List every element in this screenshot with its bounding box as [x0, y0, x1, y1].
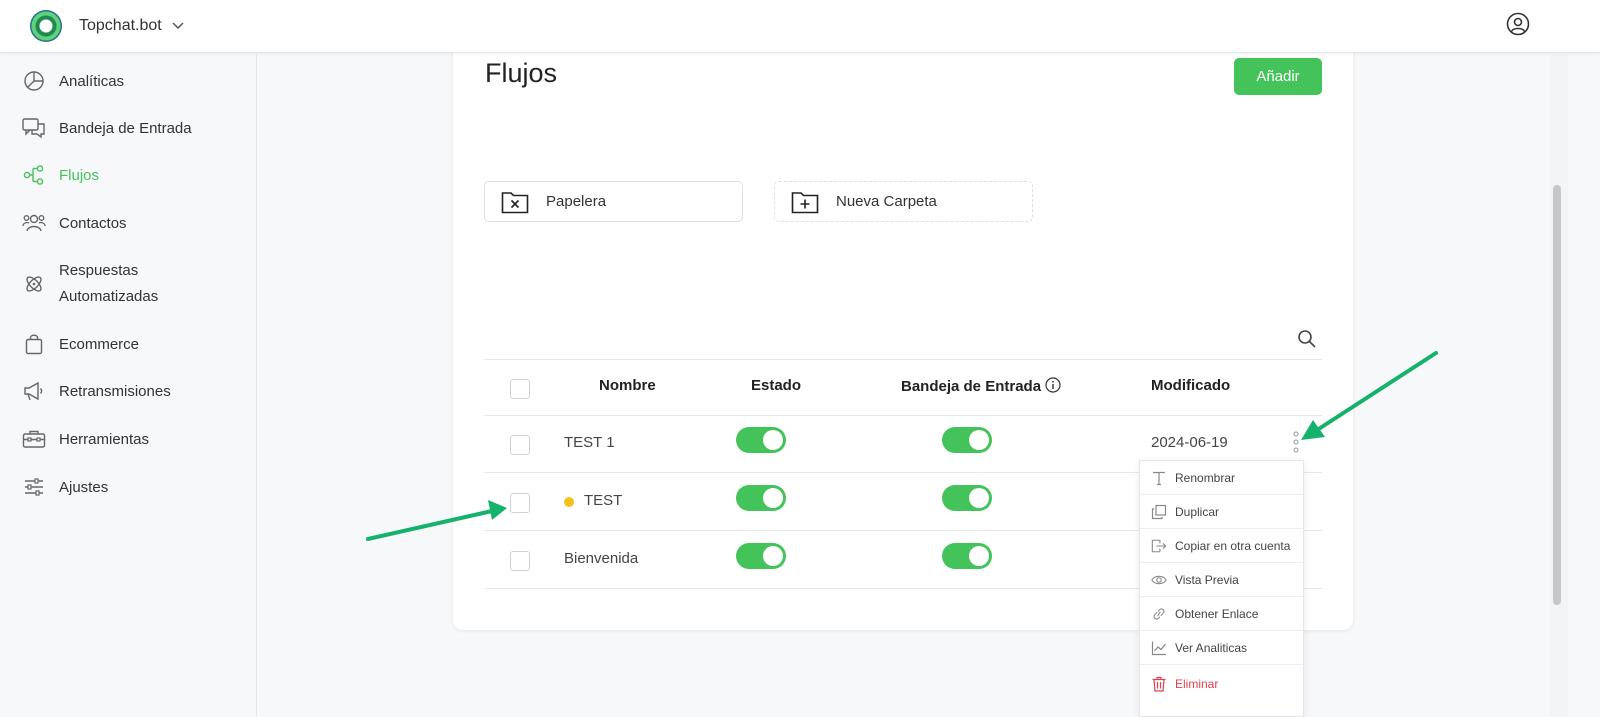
modified-date: 2024-06-19 [1151, 434, 1228, 451]
flow-name[interactable]: TEST 1 [564, 434, 615, 451]
menu-item-eliminar[interactable]: Eliminar [1140, 667, 1303, 701]
menu-item-label: Obtener Enlace [1175, 606, 1259, 621]
table-divider [484, 415, 1322, 416]
estado-toggle[interactable] [736, 485, 786, 511]
toolbox-icon [22, 427, 46, 451]
column-header-label: Bandeja de Entrada [901, 378, 1042, 395]
sidebar-item-label: Flujos [59, 166, 100, 184]
sidebar-item-label: Retransmisiones [59, 382, 171, 400]
select-all-checkbox[interactable] [510, 379, 530, 399]
workspace-switcher[interactable]: Topchat.bot [30, 10, 184, 42]
sidebar-item-bandeja[interactable]: Bandeja de Entrada [22, 116, 192, 140]
add-flow-button[interactable]: Añadir [1234, 58, 1322, 95]
sidebar-item-label: Ajustes [59, 478, 109, 496]
menu-item-ver-analiticas[interactable]: Ver Analiticas [1140, 631, 1303, 665]
menu-item-label: Duplicar [1175, 504, 1220, 519]
sidebar-item-label: Contactos [59, 214, 127, 232]
flow-context-menu: Renombrar Duplicar Copiar en otra cuenta… [1139, 460, 1304, 717]
chevron-down-icon [172, 22, 184, 30]
users-icon [22, 211, 46, 235]
folder-label: Papelera [546, 193, 607, 210]
folder-x-icon [501, 190, 529, 214]
menu-item-label: Vista Previa [1175, 572, 1239, 587]
estado-toggle[interactable] [736, 543, 786, 569]
row-checkbox[interactable] [510, 493, 530, 513]
column-header-bandeja[interactable]: Bandeja de Entrada [901, 377, 1061, 395]
new-folder-button[interactable]: Nueva Carpeta [774, 181, 1033, 222]
more-vertical-icon[interactable] [1290, 430, 1302, 454]
sidebar-item-label-line2: Automatizadas [59, 288, 159, 305]
column-header-modificado[interactable]: Modificado [1151, 377, 1230, 394]
menu-item-label: Eliminar [1175, 677, 1219, 691]
row-checkbox[interactable] [510, 435, 530, 455]
copy-icon [1151, 504, 1167, 520]
sidebar-item-label: Herramientas [59, 430, 150, 448]
bandeja-toggle[interactable] [942, 543, 992, 569]
atom-icon [22, 272, 46, 296]
row-checkbox[interactable] [510, 551, 530, 571]
flow-name[interactable]: TEST [584, 492, 622, 509]
workspace-name: Topchat.bot [79, 17, 162, 34]
chat-bubbles-icon [22, 116, 46, 140]
sidebar-item-ajustes[interactable]: Ajustes [22, 475, 108, 499]
menu-item-vista-previa[interactable]: Vista Previa [1140, 563, 1303, 597]
estado-toggle[interactable] [736, 427, 786, 453]
column-header-estado[interactable]: Estado [751, 377, 801, 394]
search-icon[interactable] [1297, 329, 1317, 349]
bandeja-toggle[interactable] [942, 485, 992, 511]
sidebar-item-herramientas[interactable]: Herramientas [22, 427, 149, 451]
sidebar-item-label: Analíticas [59, 72, 125, 90]
menu-item-duplicar[interactable]: Duplicar [1140, 495, 1303, 529]
user-profile-icon[interactable] [1506, 12, 1530, 36]
page-title: Flujos [485, 58, 558, 88]
sidebar-item-label: Bandeja de Entrada [59, 119, 192, 137]
pie-chart-icon [22, 69, 46, 93]
menu-item-copiar-otra-cuenta[interactable]: Copiar en otra cuenta [1140, 529, 1303, 563]
sidebar-item-contactos[interactable]: Contactos [22, 211, 127, 235]
folder-label: Nueva Carpeta [836, 193, 937, 210]
menu-item-label: Renombrar [1175, 470, 1236, 485]
export-icon [1151, 538, 1167, 554]
scrollbar-thumb[interactable] [1553, 185, 1561, 605]
topchat-logo [30, 10, 62, 42]
sliders-icon [22, 475, 46, 499]
info-icon[interactable] [1045, 377, 1061, 393]
sidebar-item-analiticas[interactable]: Analíticas [22, 69, 124, 93]
menu-item-label: Ver Analiticas [1175, 640, 1248, 655]
menu-item-obtener-enlace[interactable]: Obtener Enlace [1140, 597, 1303, 631]
column-header-nombre[interactable]: Nombre [599, 377, 656, 394]
sidebar-item-retransmisiones[interactable]: Retransmisiones [22, 379, 171, 403]
flow-icon [22, 163, 46, 187]
folder-plus-icon [791, 190, 819, 214]
bandeja-toggle[interactable] [942, 427, 992, 453]
line-chart-icon [1151, 640, 1167, 656]
sidebar-item-flujos[interactable]: Flujos [22, 163, 99, 187]
sidebar-item-ecommerce[interactable]: Ecommerce [22, 332, 139, 356]
sidebar-item-respuestas-automatizadas[interactable]: Respuestas Automatizadas [22, 258, 158, 310]
menu-item-label: Copiar en otra cuenta [1175, 538, 1291, 553]
flow-name[interactable]: Bienvenida [564, 550, 638, 567]
megaphone-icon [22, 379, 46, 403]
top-bar: Topchat.bot [0, 0, 1600, 53]
eye-icon [1151, 572, 1167, 588]
text-icon [1151, 470, 1167, 486]
table-divider [484, 359, 1322, 360]
link-icon [1151, 606, 1167, 622]
bag-icon [22, 332, 46, 356]
status-dot [564, 497, 574, 507]
sidebar-item-label-line1: Respuestas [59, 262, 139, 279]
trash-icon [1151, 676, 1167, 692]
menu-item-renombrar[interactable]: Renombrar [1140, 461, 1303, 495]
sidebar-item-label: Ecommerce [59, 335, 140, 353]
trash-folder[interactable]: Papelera [484, 181, 743, 222]
